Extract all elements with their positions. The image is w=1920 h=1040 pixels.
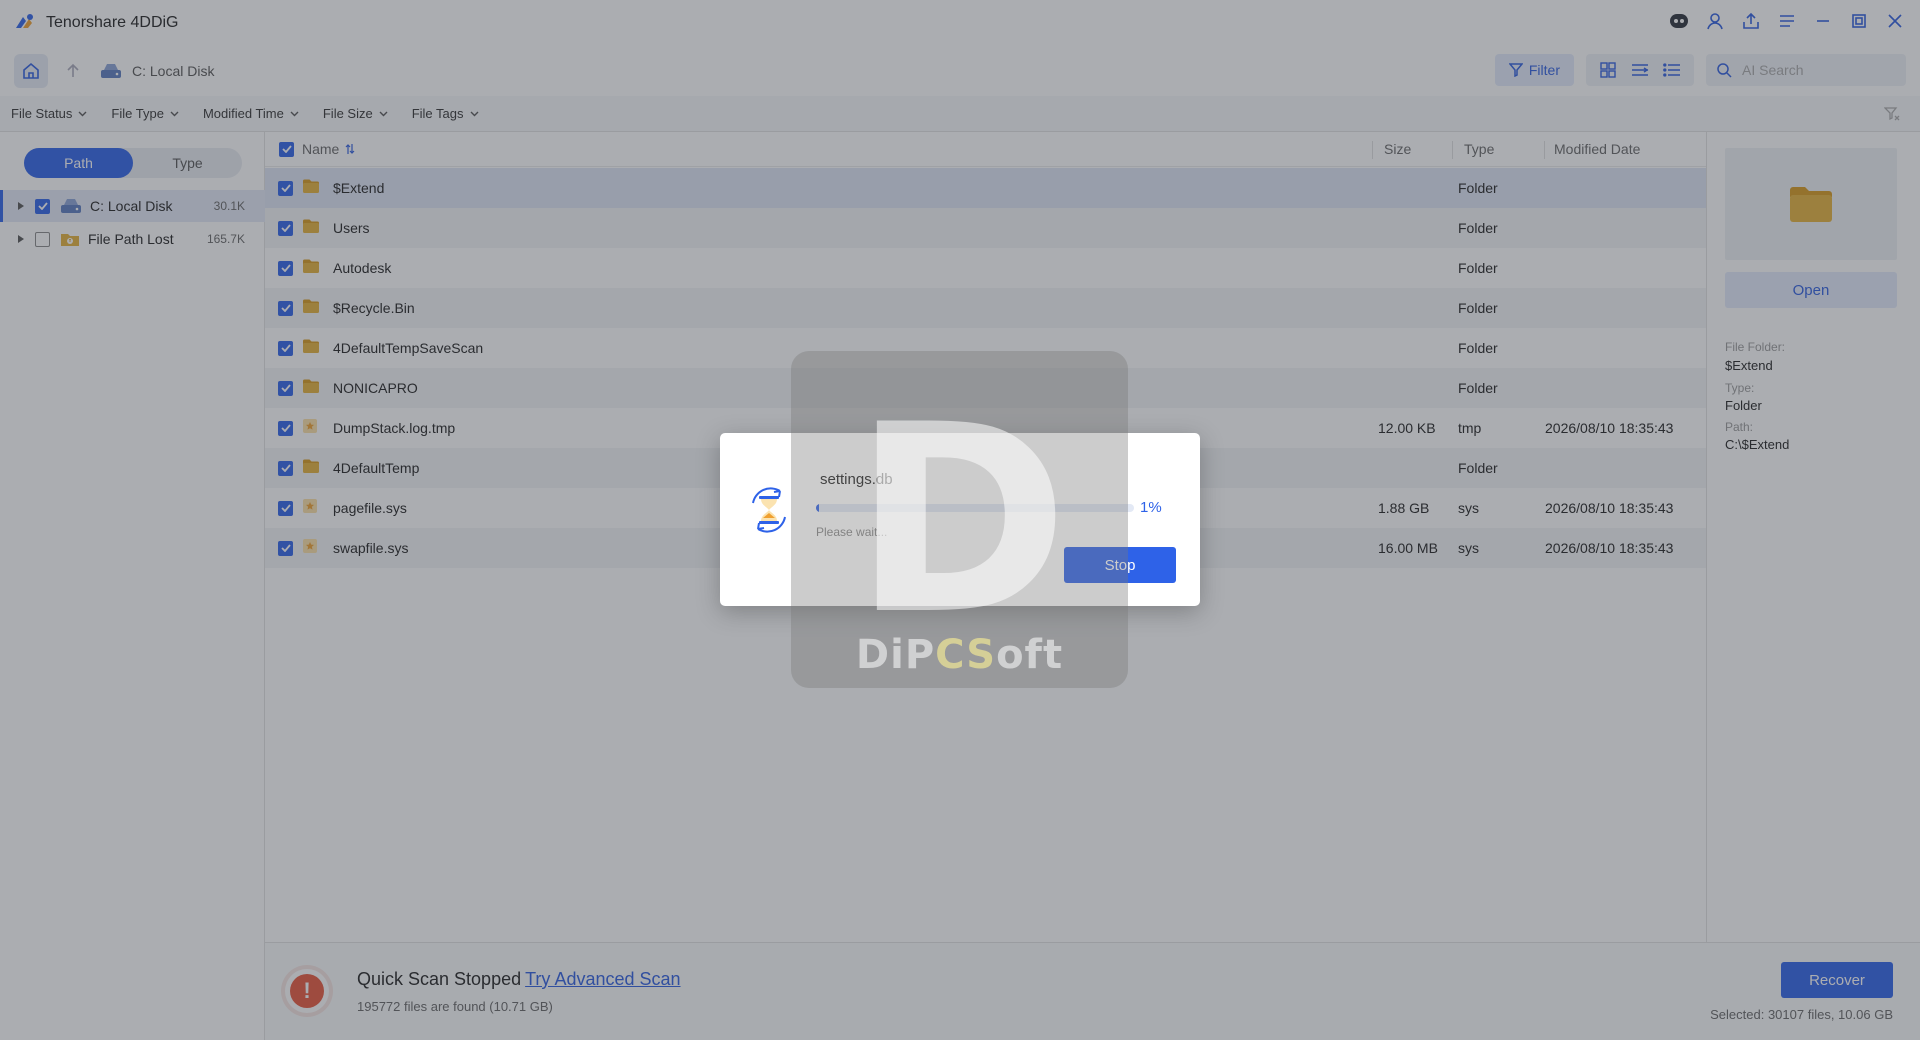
watermark-text-c: oft: [996, 632, 1064, 678]
hourglass-icon: [752, 487, 786, 533]
watermark: D DiPCSoft: [791, 351, 1128, 688]
watermark-text-a: DiP: [855, 632, 936, 678]
watermark-text-b: CS: [935, 632, 997, 678]
watermark-letter: D: [853, 370, 1069, 672]
progress-percent: 1%: [1140, 499, 1162, 516]
watermark-text: DiPCSoft: [791, 632, 1128, 678]
